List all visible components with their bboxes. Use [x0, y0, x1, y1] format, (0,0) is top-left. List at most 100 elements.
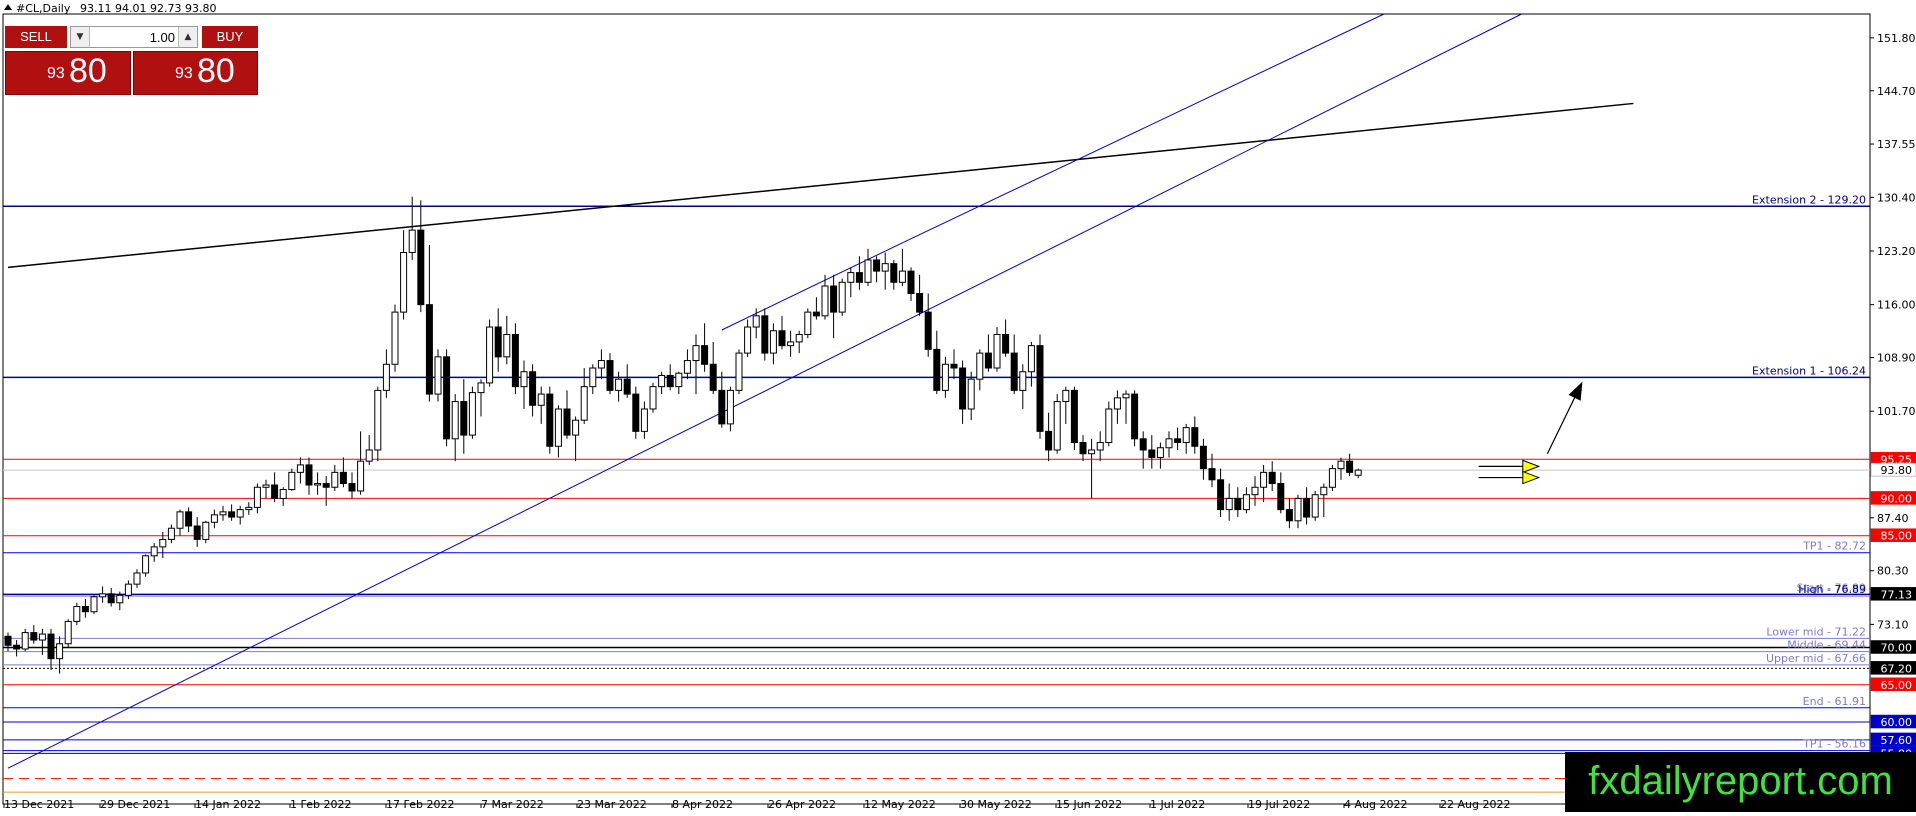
bull-candle [649, 386, 657, 410]
bull-candle [142, 555, 150, 574]
sell-price-pips: 80 [69, 52, 107, 90]
bull-candle [726, 389, 734, 425]
bull-candle [821, 285, 829, 317]
bear-candle [1217, 479, 1225, 511]
lot-size-stepper[interactable]: ▼ ▲ [70, 26, 198, 48]
bull-candle [572, 419, 580, 436]
bull-candle [615, 378, 623, 391]
bull-candle [675, 372, 683, 388]
bear-candle [1199, 445, 1207, 470]
bull-candle [537, 393, 545, 406]
bull-candle [1096, 442, 1104, 451]
price-badge-label: 65.00 [1881, 679, 1913, 692]
bull-candle [150, 546, 158, 557]
price-badge-label: 67.20 [1881, 662, 1913, 675]
bull-candle [838, 281, 846, 313]
bear-candle [666, 374, 674, 388]
bull-candle [236, 509, 244, 518]
chart-canvas[interactable]: Extension 2 - 129.20 Extension 1 - 106.24… [0, 0, 1916, 812]
bear-candle [623, 378, 631, 395]
bull-candle [1311, 494, 1319, 518]
bull-candle [1122, 393, 1130, 399]
bull-candle [580, 386, 588, 421]
bear-candle [1234, 497, 1242, 511]
bear-candle [511, 333, 519, 388]
bull-candle [993, 333, 1001, 369]
bull-candle [554, 408, 562, 447]
bear-candle [1002, 333, 1010, 354]
sell-price-quote[interactable]: 93 80 [5, 51, 131, 95]
bull-candle [1328, 468, 1336, 488]
triangle-up-icon[interactable]: ▲ [178, 27, 197, 47]
bull-candle [787, 341, 795, 347]
bull-candle [159, 538, 167, 548]
bear-candle [778, 330, 786, 347]
bear-candle [761, 315, 769, 354]
level-label: Lower mid - 71.22 [1766, 625, 1866, 638]
y-tick-label: 73.10 [1877, 618, 1909, 631]
collapse-triangle-icon[interactable] [4, 4, 12, 10]
bear-candle [1036, 345, 1044, 432]
bear-candle [1285, 509, 1293, 522]
price-chart[interactable]: Extension 2 - 129.20 Extension 1 - 106.24… [0, 0, 1916, 812]
bull-candle [864, 259, 872, 283]
bull-candle [1260, 471, 1268, 488]
bull-candle [752, 315, 760, 328]
level-label: TP1 - 56.16 [1802, 738, 1866, 751]
price-badge-label: 85.00 [1881, 530, 1913, 543]
bull-candle [1165, 438, 1173, 449]
y-tick-label: 108.90 [1877, 352, 1916, 365]
bear-candle [529, 371, 537, 406]
sell-button[interactable]: SELL [5, 26, 67, 48]
bull-candle [262, 484, 270, 488]
bear-candle [916, 292, 924, 313]
price-badge-label: 70.00 [1881, 641, 1913, 654]
x-tick-label: 1 Feb 2022 [290, 798, 351, 811]
bear-candle [959, 367, 967, 410]
bear-candle [1079, 442, 1087, 455]
x-tick-label: 7 Mar 2022 [481, 798, 544, 811]
bull-candle [38, 633, 46, 641]
bear-candle [1010, 352, 1018, 391]
bear-candle [1045, 430, 1053, 451]
bear-candle [417, 229, 425, 306]
bear-candle [933, 348, 941, 391]
bear-candle [107, 593, 115, 604]
ohlc-readout: 93.11 94.01 92.73 93.80 [80, 2, 216, 15]
price-badge-label: 60.00 [1881, 716, 1913, 729]
bear-candle [984, 352, 992, 369]
price-badge-label: 93.80 [1881, 464, 1913, 477]
bull-candle [56, 643, 64, 660]
one-click-trading-panel: SELL ▼ ▲ BUY 93 80 93 80 [5, 26, 258, 96]
bear-candle [13, 644, 21, 650]
level-label: Extension 1 - 106.24 [1752, 364, 1866, 377]
buy-button[interactable]: BUY [202, 26, 258, 48]
bull-candle [210, 514, 218, 523]
bull-candle [434, 356, 442, 395]
bear-candle [47, 633, 55, 660]
lot-size-input[interactable] [91, 27, 179, 47]
bear-candle [1268, 471, 1276, 485]
x-tick-label: 29 Dec 2021 [100, 798, 170, 811]
bull-candle [1354, 469, 1362, 476]
triangle-down-icon[interactable]: ▼ [71, 27, 90, 47]
level-label: Upper mid - 67.66 [1766, 652, 1866, 665]
bull-candle [90, 596, 98, 613]
buy-price-quote[interactable]: 93 80 [133, 51, 258, 95]
bull-candle [1113, 397, 1121, 410]
y-tick-label: 87.40 [1877, 512, 1909, 525]
x-tick-label: 14 Jan 2022 [195, 798, 261, 811]
x-tick-label: 12 May 2022 [864, 798, 936, 811]
bull-candle [898, 270, 906, 283]
bull-candle [357, 460, 365, 492]
bear-candle [1174, 438, 1182, 444]
bear-candle [425, 304, 433, 395]
level-label: High - 76.89 [1798, 583, 1866, 596]
y-tick-label: 80.30 [1877, 565, 1909, 578]
bear-candle [271, 484, 279, 499]
bull-candle [769, 330, 777, 354]
bull-candle [365, 449, 373, 462]
bear-candle [1191, 427, 1199, 447]
bear-candle [322, 483, 330, 488]
site-watermark: fxdailyreport.com [1565, 752, 1916, 812]
